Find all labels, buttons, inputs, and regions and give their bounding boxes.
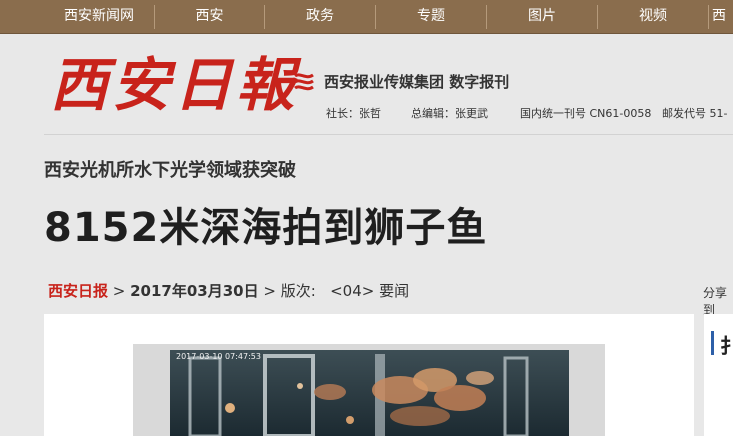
breadcrumb-date-link[interactable]: 2017年03月30日	[130, 282, 259, 300]
nav-item-xian[interactable]: 西安	[155, 0, 264, 33]
breadcrumb-separator: >	[258, 282, 281, 300]
sidebar-accent-bar	[711, 331, 714, 355]
breadcrumb-separator: >	[108, 282, 131, 300]
chief-editor-info: 总编辑：张更武	[411, 107, 488, 120]
president-info: 社长：张哲	[326, 107, 381, 120]
photo-timestamp: 2017-03-10 07:47:53	[176, 352, 261, 361]
domestic-code-info: 国内统一刊号 CN61-0058	[520, 107, 652, 120]
header-divider	[44, 134, 733, 135]
nav-item-photos[interactable]: 图片	[487, 0, 597, 33]
share-label[interactable]: 分享到	[703, 284, 733, 318]
edition-label: 版次:	[280, 282, 316, 300]
nav-item-xian-news[interactable]: 西安新闻网	[44, 0, 154, 33]
nav-item-more[interactable]: 西	[712, 0, 733, 33]
article-subtitle: 西安光机所水下光学领域获突破	[44, 160, 296, 181]
edition-number-link[interactable]: <04>	[330, 282, 374, 300]
nav-item-politics[interactable]: 政务	[265, 0, 375, 33]
media-group-icon	[294, 73, 314, 91]
breadcrumb-paper-link[interactable]: 西安日报	[48, 282, 108, 300]
newspaper-logo[interactable]: 西安日報	[50, 40, 298, 130]
media-group-name: 西安报业传媒集团 数字报刊	[324, 73, 510, 91]
nav-item-video[interactable]: 视频	[598, 0, 708, 33]
postal-code-info: 邮发代号 51-	[662, 107, 728, 120]
sidebar-heading: 扌	[720, 334, 733, 358]
top-nav: 西安新闻网 西安 政务 专题 图片 视频 西	[0, 0, 733, 34]
nav-item-topics[interactable]: 专题	[376, 0, 486, 33]
section-name-link[interactable]: 要闻	[379, 282, 409, 300]
breadcrumb: 西安日报 > 2017年03月30日 > 版次: <04> 要闻	[48, 280, 409, 301]
article-title: 8152米深海拍到狮子鱼	[44, 205, 488, 251]
nav-divider	[708, 5, 709, 29]
article-photo[interactable]	[170, 350, 569, 436]
